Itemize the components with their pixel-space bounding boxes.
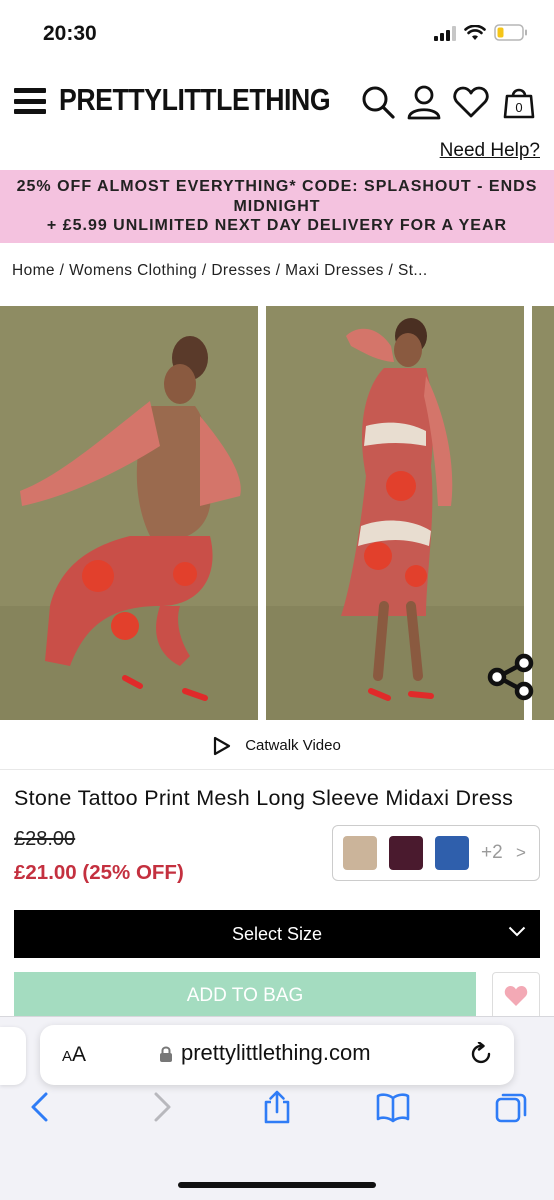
share-sheet-icon[interactable]	[260, 1090, 294, 1124]
swatch-blue[interactable]	[435, 836, 469, 870]
status-bar: 20:30	[0, 0, 554, 66]
cart-count: 0	[515, 100, 523, 115]
status-icons	[434, 24, 528, 41]
tabs-icon[interactable]	[494, 1090, 528, 1124]
share-icon[interactable]	[486, 652, 536, 702]
back-icon[interactable]	[24, 1090, 58, 1124]
address-bar[interactable]: AA prettylittlething.com	[40, 1025, 514, 1085]
promo-line-2: MIDNIGHT	[233, 197, 321, 215]
breadcrumb-current: St...	[397, 262, 428, 279]
breadcrumb-separator: /	[201, 262, 207, 279]
color-swatches: +2 >	[332, 825, 540, 881]
chevron-right-icon: >	[515, 843, 526, 862]
url-text: prettylittlething.com	[181, 1040, 371, 1065]
lock-icon	[160, 1046, 172, 1062]
need-help-link[interactable]: Need Help?	[440, 140, 540, 162]
aa-small: A	[62, 1048, 73, 1065]
site-logo[interactable]: PRETTYLITTLETHING	[59, 82, 331, 118]
breadcrumb-dresses[interactable]: Dresses	[211, 262, 271, 279]
sale-price: £21.00 (25% OFF)	[14, 861, 184, 884]
swatch-burgundy[interactable]	[389, 836, 423, 870]
aa-big: A	[72, 1043, 87, 1066]
catwalk-video-label: Catwalk Video	[245, 737, 341, 754]
original-price: £28.00	[14, 828, 76, 850]
heart-icon[interactable]	[453, 84, 489, 120]
breadcrumb-womens-clothing[interactable]: Womens Clothing	[69, 262, 197, 279]
account-icon[interactable]	[406, 84, 442, 120]
bookmarks-icon[interactable]	[376, 1090, 410, 1124]
product-title: Stone Tattoo Print Mesh Long Sleeve Mida…	[14, 786, 514, 810]
breadcrumb-maxi-dresses[interactable]: Maxi Dresses	[285, 262, 384, 279]
more-colors-count: +2	[481, 842, 503, 863]
battery-icon	[494, 24, 527, 41]
breadcrumb-separator: /	[275, 262, 281, 279]
product-gallery[interactable]	[0, 306, 554, 720]
catwalk-video-button[interactable]: Catwalk Video	[0, 722, 554, 770]
reader-options-button[interactable]: AA	[62, 1043, 86, 1067]
reload-icon[interactable]	[470, 1042, 494, 1068]
add-to-bag-button[interactable]: ADD TO BAG	[14, 972, 476, 1020]
select-size-label: Select Size	[231, 923, 323, 944]
search-icon[interactable]	[360, 84, 396, 120]
wishlist-button[interactable]	[492, 972, 540, 1020]
cellular-signal-icon	[434, 25, 456, 41]
breadcrumb-separator: /	[59, 262, 65, 279]
product-photo-back-view[interactable]	[0, 306, 258, 720]
site-header: PRETTYLITTLETHING 0	[0, 66, 554, 138]
previous-tab-peek[interactable]	[0, 1027, 26, 1085]
promo-line-1: 25% OFF ALMOST EVERYTHING* CODE: SPLASHO…	[16, 178, 538, 195]
promo-line-3: + £5.99 UNLIMITED NEXT DAY DELIVERY FOR …	[46, 217, 508, 234]
menu-icon[interactable]	[14, 88, 46, 114]
add-to-bag-label: ADD TO BAG	[186, 985, 304, 1006]
play-icon	[214, 736, 231, 755]
select-size-dropdown[interactable]: Select Size	[14, 910, 540, 958]
forward-icon[interactable]	[144, 1090, 178, 1124]
chevron-down-icon	[508, 926, 526, 937]
breadcrumb-separator: /	[388, 262, 394, 279]
bag-button[interactable]: 0	[501, 84, 537, 120]
status-time: 20:30	[43, 22, 97, 45]
heart-filled-icon	[504, 986, 528, 1006]
home-indicator	[178, 1182, 376, 1188]
promo-banner[interactable]: 25% OFF ALMOST EVERYTHING* CODE: SPLASHO…	[0, 170, 554, 243]
swatch-stone[interactable]	[343, 836, 377, 870]
wifi-icon	[464, 24, 486, 40]
more-colors-button[interactable]: +2 >	[481, 842, 526, 864]
breadcrumb-home[interactable]: Home	[12, 262, 55, 279]
breadcrumb: Home / Womens Clothing / Dresses / Maxi …	[12, 262, 428, 280]
